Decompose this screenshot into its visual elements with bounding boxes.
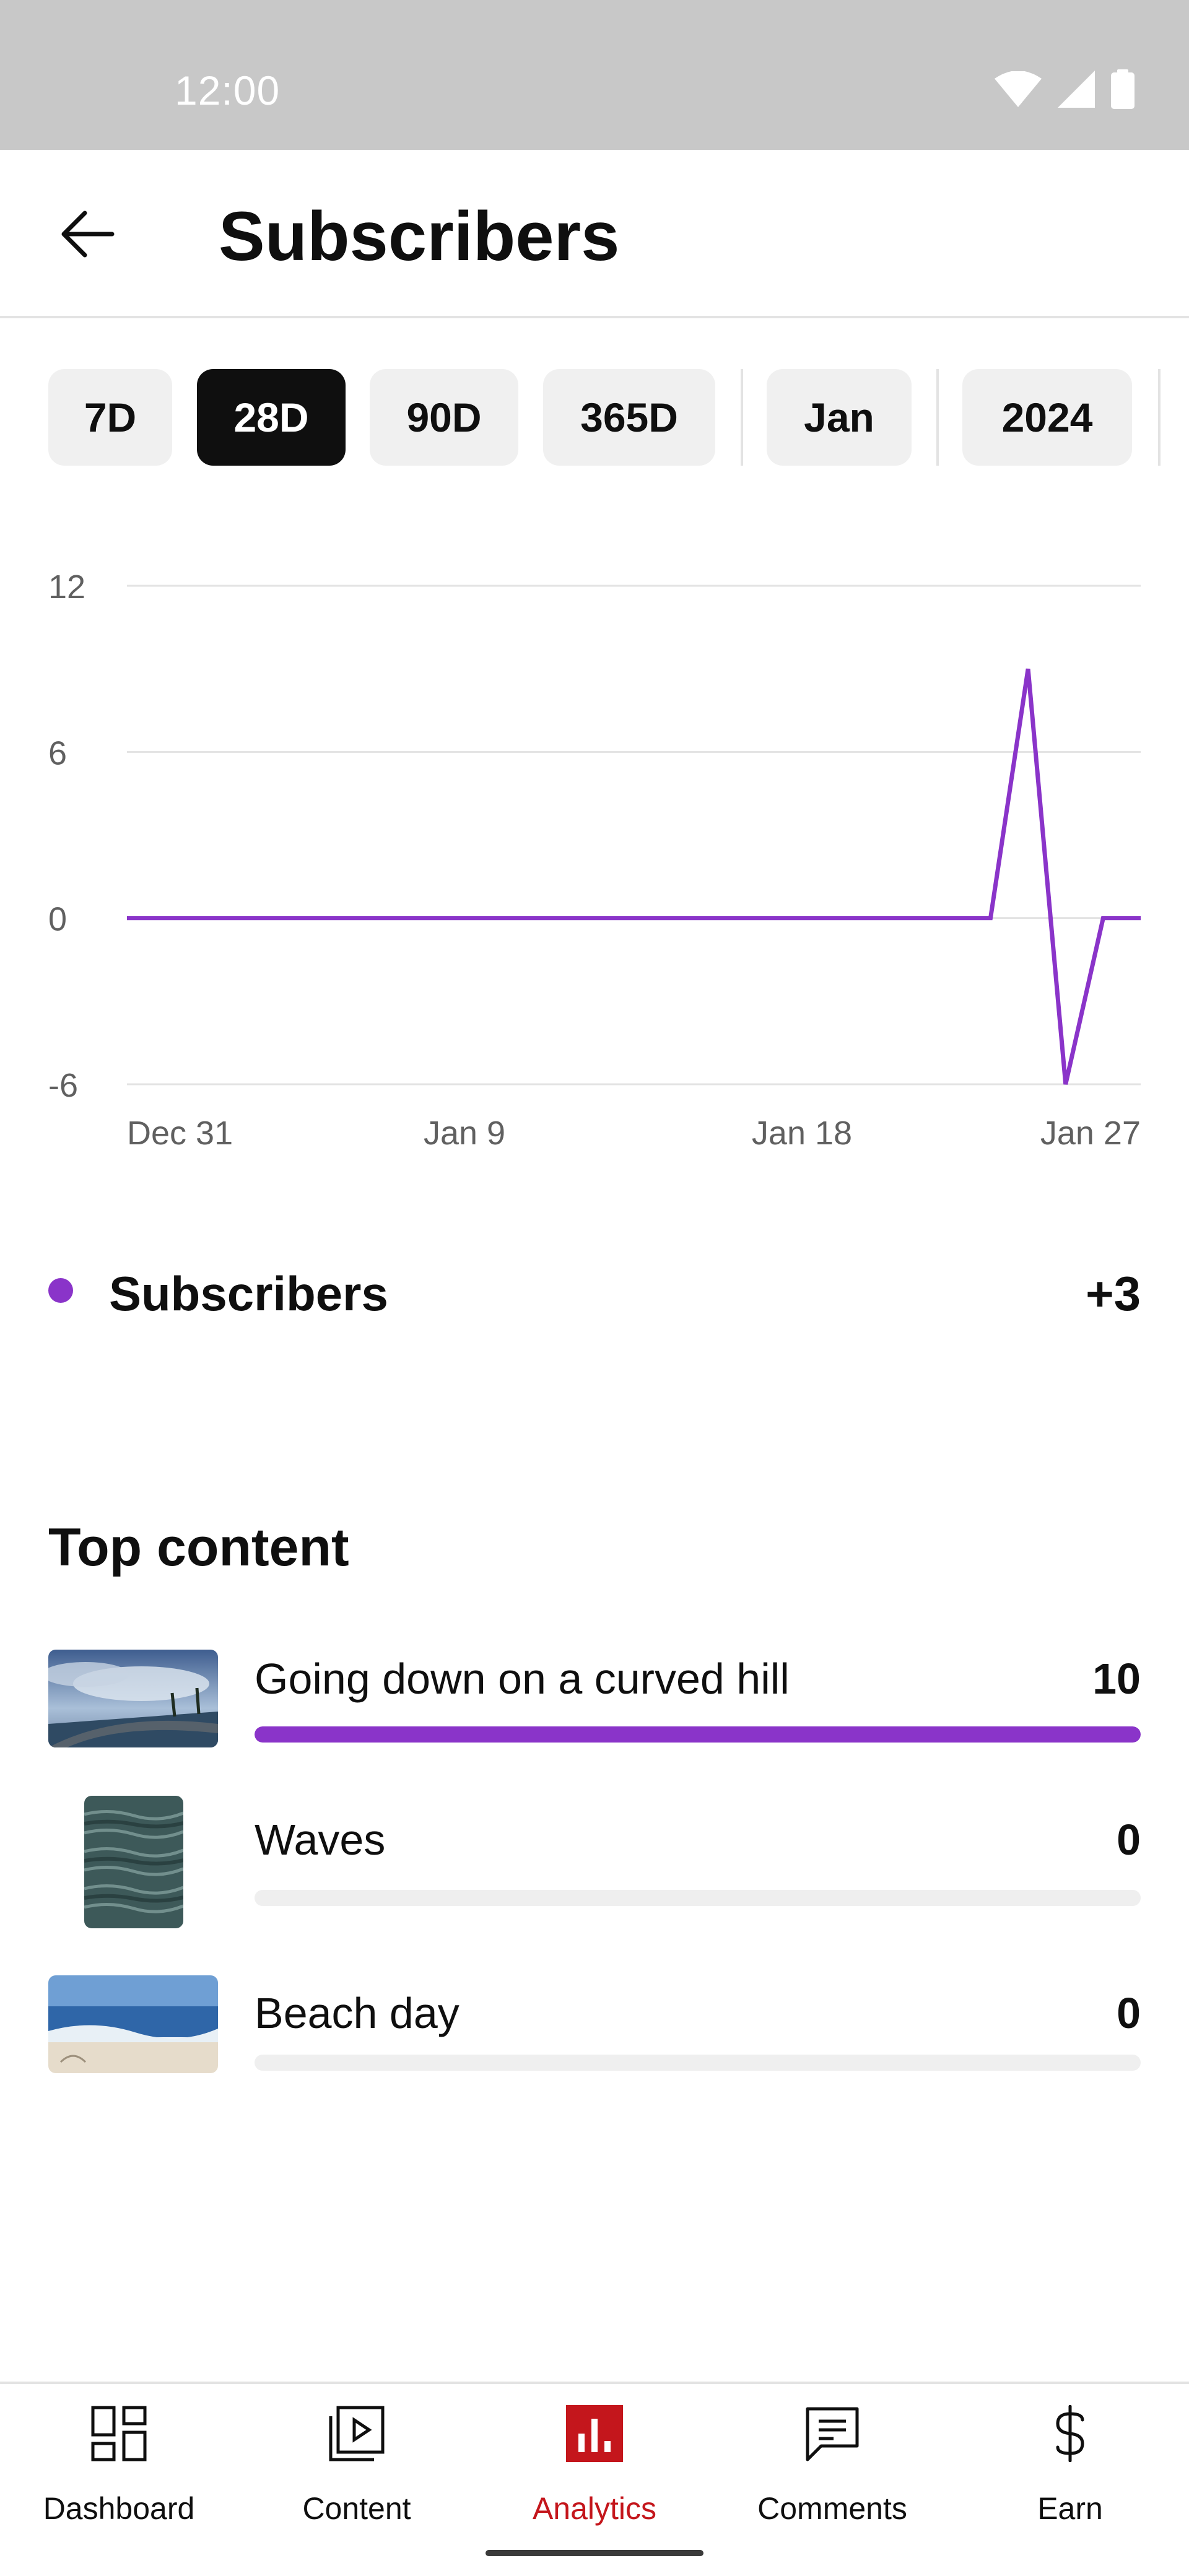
- gesture-navigation-bar[interactable]: [486, 2550, 703, 2556]
- subscribers-line-chart: 12 6 0 -6 Dec 31 Jan 9 Jan 18 Jan 27: [48, 568, 1141, 1152]
- top-content-item[interactable]: Beach day 0: [0, 1963, 1189, 2112]
- analytics-icon: [564, 2403, 625, 2465]
- content-title: Going down on a curved hill: [255, 1655, 790, 1703]
- beach-day-thumbnail: [48, 1975, 218, 2073]
- x-tick-label: Jan 18: [752, 1115, 852, 1152]
- nav-label: Content: [302, 2491, 411, 2526]
- nav-earn[interactable]: Earn: [951, 2384, 1189, 2530]
- chart-legend: Subscribers +3: [0, 1257, 1189, 1325]
- curved-hill-thumbnail: [48, 1650, 218, 1747]
- waves-thumbnail: [84, 1796, 183, 1928]
- content-bar-track: [255, 1890, 1141, 1906]
- nav-dashboard[interactable]: Dashboard: [0, 2384, 238, 2530]
- dollar-icon: [1039, 2403, 1101, 2465]
- content-value: 10: [1092, 1655, 1141, 1703]
- content-value: 0: [1117, 1816, 1141, 1864]
- dashboard-icon: [88, 2403, 150, 2465]
- cell-signal-icon: [1058, 71, 1095, 108]
- content-bar-fill: [255, 1726, 1141, 1743]
- legend-color-dot: [48, 1278, 73, 1303]
- arrow-left-icon: [61, 211, 115, 258]
- chip-90d[interactable]: 90D: [370, 369, 518, 466]
- y-tick-label: 6: [48, 734, 67, 772]
- status-icons: [995, 69, 1135, 109]
- bottom-navigation: Dashboard Content Analytics Comments Ear…: [0, 2382, 1189, 2530]
- x-tick-label: Jan 27: [1040, 1115, 1141, 1152]
- top-content-item[interactable]: Going down on a curved hill 10: [0, 1635, 1189, 1783]
- chip-28d[interactable]: 28D: [197, 369, 346, 466]
- chip-jan[interactable]: Jan: [767, 369, 912, 466]
- content-title: Beach day: [255, 1989, 459, 2037]
- nav-content[interactable]: Content: [238, 2384, 476, 2530]
- nav-label: Analytics: [532, 2491, 657, 2526]
- y-tick-label: 12: [48, 568, 85, 606]
- chip-2024[interactable]: 2024: [962, 369, 1132, 466]
- chip-365d[interactable]: 365D: [543, 369, 715, 466]
- legend-value: +3: [1086, 1266, 1141, 1321]
- app-header: Subscribers: [0, 150, 1189, 318]
- wifi-icon: [995, 71, 1042, 107]
- x-tick-label: Dec 31: [127, 1115, 233, 1152]
- top-content-item[interactable]: Waves 0: [0, 1796, 1189, 1944]
- x-tick-label: Jan 9: [424, 1115, 505, 1152]
- nav-label: Earn: [1037, 2491, 1103, 2526]
- time-range-chips: 7D 28D 90D 365D Jan 2024: [0, 369, 1189, 468]
- nav-label: Comments: [757, 2491, 907, 2526]
- content-icon: [326, 2403, 388, 2465]
- page-title: Subscribers: [219, 198, 620, 275]
- series-line-subscribers: [127, 668, 1141, 1085]
- chip-divider: [1158, 369, 1161, 466]
- content-value: 0: [1117, 1989, 1141, 2037]
- chip-divider: [741, 369, 743, 466]
- back-button[interactable]: [45, 192, 129, 276]
- content-bar-track: [255, 2055, 1141, 2071]
- legend-label: Subscribers: [109, 1266, 388, 1321]
- nav-analytics[interactable]: Analytics: [476, 2384, 713, 2530]
- content-title: Waves: [255, 1816, 386, 1864]
- content-bar-track: [255, 1726, 1141, 1743]
- nav-comments[interactable]: Comments: [713, 2384, 951, 2530]
- status-bar: 12:00: [0, 0, 1189, 150]
- status-time: 12:00: [175, 67, 281, 113]
- comments-icon: [801, 2403, 863, 2465]
- y-tick-label: 0: [48, 901, 67, 938]
- chip-7d[interactable]: 7D: [48, 369, 172, 466]
- top-content-heading: Top content: [48, 1518, 349, 1577]
- y-tick-label: -6: [48, 1067, 78, 1104]
- battery-icon: [1111, 69, 1135, 109]
- chip-divider: [936, 369, 939, 466]
- nav-label: Dashboard: [43, 2491, 195, 2526]
